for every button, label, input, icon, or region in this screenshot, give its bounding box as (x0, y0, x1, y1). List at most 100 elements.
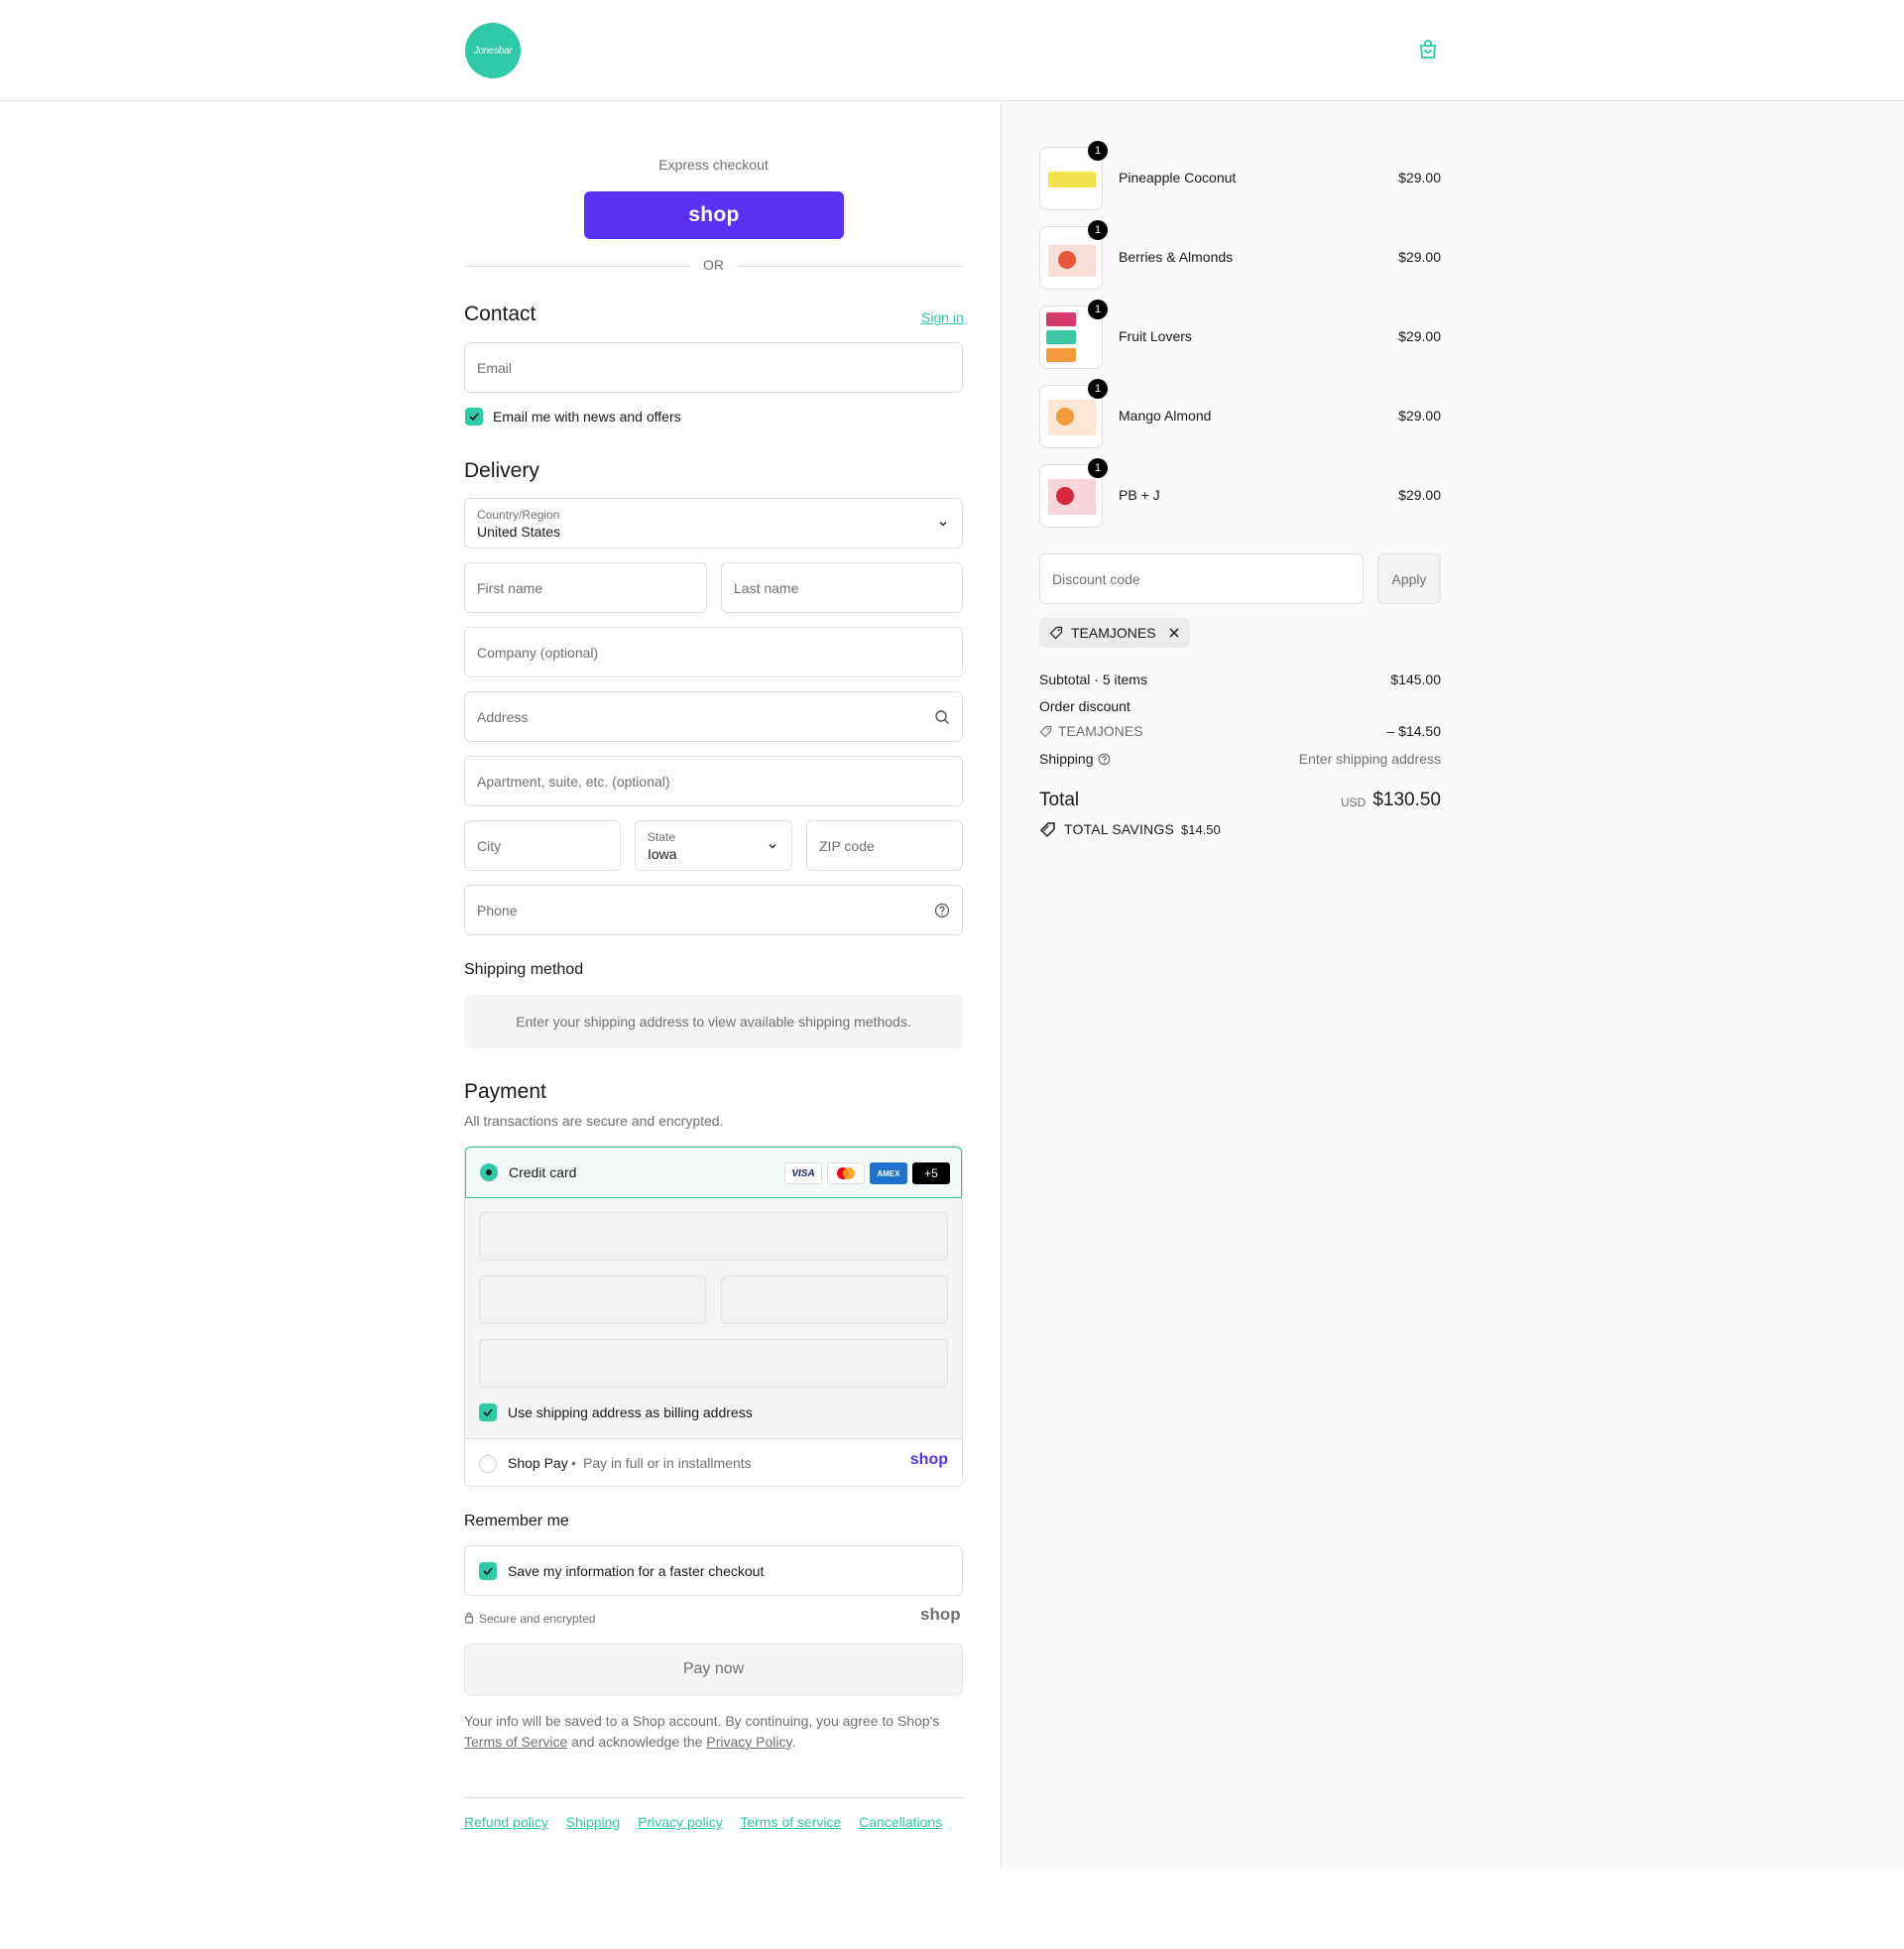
check-icon (483, 1567, 493, 1576)
newsletter-checkbox[interactable] (465, 408, 483, 426)
chevron-down-icon (769, 844, 776, 849)
shipping-method-message: Enter your shipping address to view avai… (464, 995, 963, 1048)
shop-privacy-link[interactable]: Privacy Policy (706, 1734, 791, 1750)
cancellations-link[interactable]: Cancellations (859, 1814, 942, 1830)
product-price: $29.00 (1398, 408, 1441, 424)
apply-discount-button[interactable]: Apply (1377, 553, 1441, 604)
payment-methods: Credit card VISA AMEX +5 Use shipping ad… (464, 1146, 963, 1487)
company-field[interactable]: Company (optional) (464, 627, 963, 677)
amex-icon: AMEX (870, 1162, 907, 1184)
product-name: Fruit Lovers (1119, 328, 1192, 344)
shop-pay-option[interactable]: Shop Pay • Pay in full or in installment… (465, 1438, 962, 1486)
shop-pay-label: Shop Pay (508, 1455, 568, 1471)
shop-pay-radio[interactable] (479, 1455, 497, 1473)
terms-of-service-link[interactable]: Terms of service (740, 1814, 841, 1830)
shop-pay-subtitle: Pay in full or in installments (583, 1455, 752, 1471)
legal-text: Your info will be saved to a Shop accoun… (464, 1711, 963, 1753)
or-label: OR (703, 257, 724, 273)
shipping-method-heading: Shipping method (464, 961, 584, 978)
shop-terms-link[interactable]: Terms of Service (464, 1734, 567, 1750)
last-name-field[interactable]: Last name (721, 562, 963, 613)
tag-icon (1049, 626, 1063, 640)
subtotal-label: Subtotal · 5 items (1039, 671, 1147, 687)
zip-placeholder: ZIP code (819, 837, 875, 854)
city-placeholder: City (477, 837, 502, 854)
newsletter-label: Email me with news and offers (493, 409, 681, 425)
legal-text-1: Your info will be saved to a Shop accoun… (464, 1713, 940, 1729)
save-info-checkbox[interactable] (479, 1562, 497, 1580)
total-savings-value: $14.50 (1181, 822, 1221, 837)
product-price: $29.00 (1398, 249, 1441, 265)
state-label: State (648, 829, 676, 844)
credit-card-radio[interactable] (480, 1163, 498, 1181)
phone-placeholder: Phone (477, 902, 518, 918)
chevron-down-icon (939, 522, 947, 527)
quantity-badge: 1 (1088, 458, 1108, 478)
sign-in-link[interactable]: Sign in (921, 309, 964, 325)
zip-field[interactable]: ZIP code (806, 820, 963, 871)
cart-item: 1 Mango Almond $29.00 (1039, 379, 1441, 450)
total-value: $130.50 (1372, 790, 1441, 810)
legal-text-3: . (791, 1734, 796, 1750)
credit-card-option[interactable]: Credit card VISA AMEX +5 (465, 1147, 962, 1198)
email-field[interactable]: Email (464, 342, 963, 393)
card-number-field[interactable] (479, 1212, 948, 1261)
city-field[interactable]: City (464, 820, 621, 871)
discount-code-placeholder: Discount code (1052, 570, 1140, 587)
name-on-card-field[interactable] (479, 1339, 948, 1388)
product-price: $29.00 (1398, 170, 1441, 185)
order-discount-label: Order discount (1039, 698, 1130, 714)
product-name: PB + J (1119, 487, 1160, 503)
phone-field[interactable]: Phone (464, 885, 963, 935)
security-code-field[interactable] (721, 1276, 948, 1324)
applied-discount-code: TEAMJONES (1071, 625, 1156, 641)
total-savings-label: TOTAL SAVINGS (1064, 821, 1174, 837)
billing-address-checkbox[interactable] (479, 1403, 497, 1421)
remember-me-heading: Remember me (464, 1513, 569, 1529)
search-icon (935, 710, 949, 724)
last-name-placeholder: Last name (734, 579, 799, 596)
shopping-bag-icon[interactable] (1416, 38, 1440, 61)
state-value: Iowa (648, 845, 677, 862)
help-circle-icon[interactable] (1098, 753, 1111, 766)
apartment-field[interactable]: Apartment, suite, etc. (optional) (464, 756, 963, 806)
or-divider: OR (464, 257, 963, 275)
country-label: Country/Region (477, 507, 560, 522)
shop-pay-logo: shop (909, 1451, 948, 1468)
discount-code-field[interactable]: Discount code (1039, 553, 1364, 604)
secure-label: Secure and encrypted (479, 1612, 596, 1626)
cart-item: 1 PB + J $29.00 (1039, 458, 1441, 530)
more-brands-badge: +5 (912, 1162, 950, 1184)
address-field[interactable]: Address (464, 691, 963, 742)
state-select[interactable]: State Iowa (635, 820, 792, 871)
order-discount-code: TEAMJONES (1058, 723, 1143, 739)
order-discount-value: – $14.50 (1386, 723, 1442, 739)
email-placeholder: Email (477, 359, 513, 376)
header: Jonesbar (0, 0, 1904, 101)
country-value: United States (477, 523, 561, 540)
close-icon[interactable] (1168, 627, 1180, 639)
legal-text-2: and acknowledge the (571, 1734, 703, 1750)
quantity-badge: 1 (1088, 220, 1108, 240)
shop-pay-express-button[interactable]: shop (584, 191, 844, 239)
first-name-field[interactable]: First name (464, 562, 707, 613)
privacy-policy-link[interactable]: Privacy policy (638, 1814, 723, 1830)
cart-item: 1 Pineapple Coconut $29.00 (1039, 141, 1441, 212)
help-circle-icon[interactable] (934, 903, 950, 918)
cart-item: 1 Berries & Almonds $29.00 (1039, 220, 1441, 292)
product-name: Mango Almond (1119, 408, 1212, 424)
store-logo[interactable]: Jonesbar (465, 23, 521, 78)
total-label: Total (1039, 790, 1080, 810)
country-select[interactable]: Country/Region United States (464, 498, 963, 548)
quantity-badge: 1 (1088, 379, 1108, 399)
company-placeholder: Company (optional) (477, 644, 599, 661)
mastercard-icon (827, 1162, 865, 1184)
first-name-placeholder: First name (477, 579, 543, 596)
shipping-policy-link[interactable]: Shipping (566, 1814, 621, 1830)
pay-now-button[interactable]: Pay now (464, 1644, 963, 1695)
delivery-heading: Delivery (464, 459, 539, 482)
expiration-field[interactable] (479, 1276, 706, 1324)
credit-card-form: Use shipping address as billing address (465, 1198, 962, 1438)
refund-policy-link[interactable]: Refund policy (464, 1814, 548, 1830)
save-info-box[interactable]: Save my information for a faster checkou… (464, 1545, 963, 1596)
